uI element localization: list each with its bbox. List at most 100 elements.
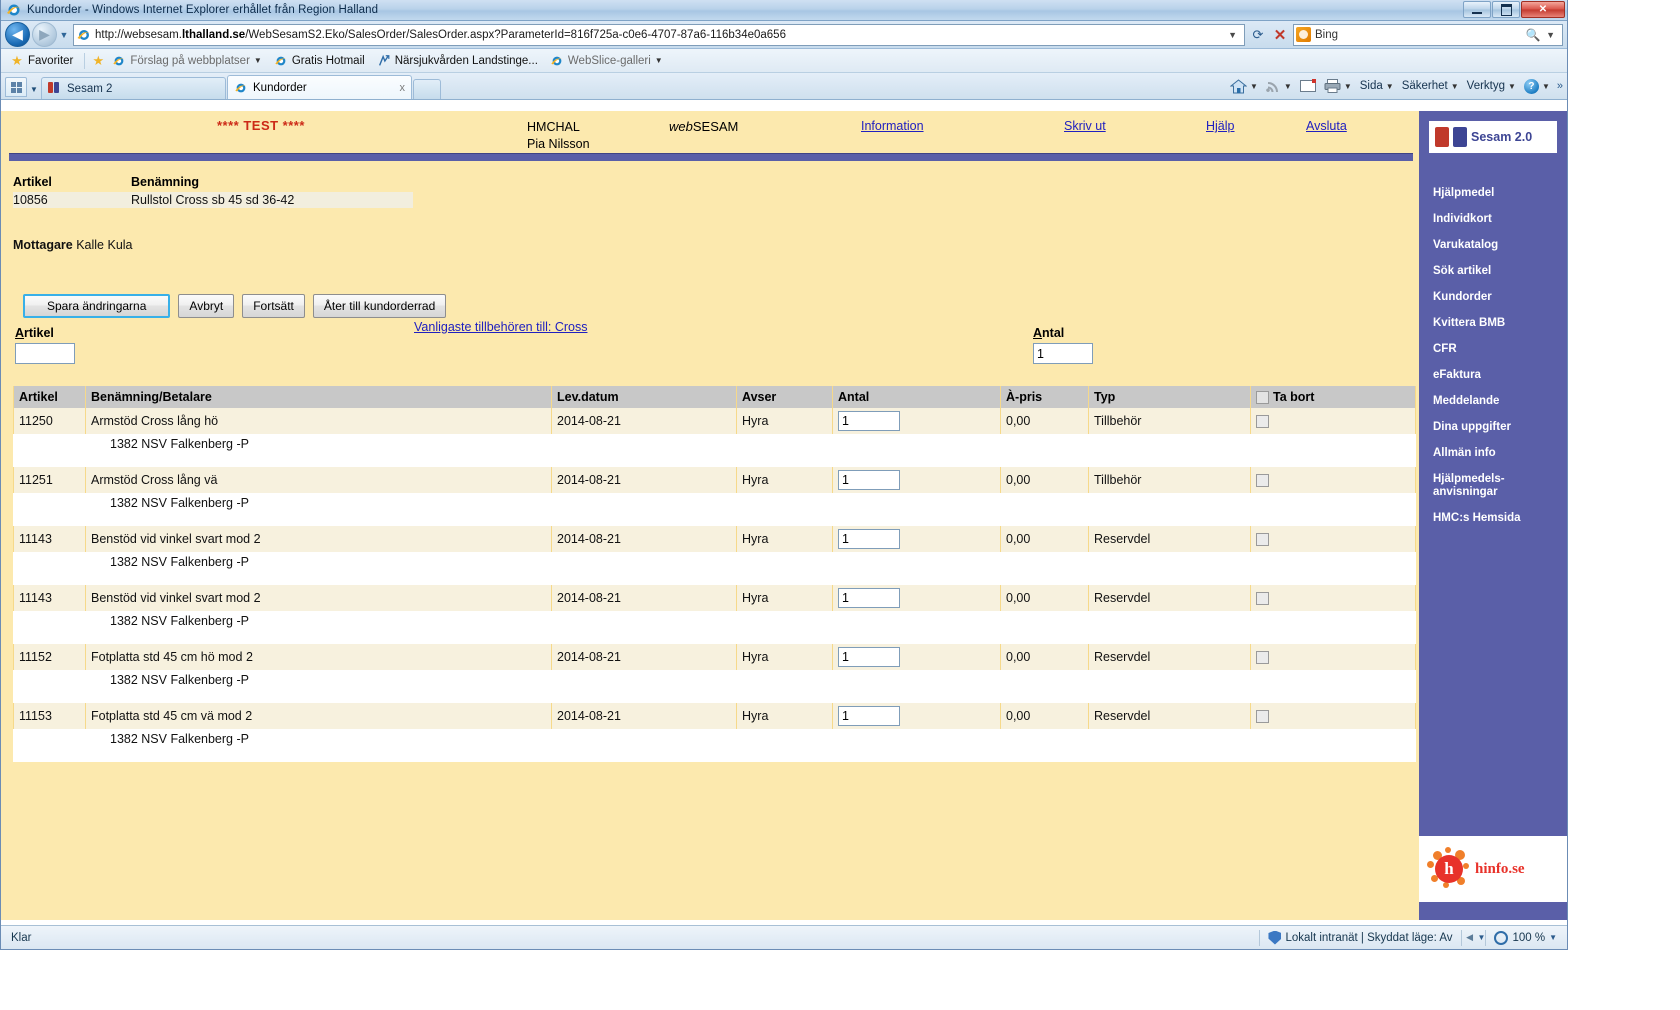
tab-sesam-2[interactable]: Sesam 2	[41, 77, 226, 99]
cell-apris: 0,00	[1000, 526, 1089, 552]
chevron-down-icon[interactable]: ▼	[1284, 82, 1292, 91]
tab-label: Kundorder	[253, 81, 307, 94]
row-antal-input[interactable]	[838, 470, 900, 490]
hinfo-text: hinfo.se	[1475, 860, 1525, 877]
chevron-down-icon[interactable]: ▼	[1549, 933, 1557, 942]
row-delete-checkbox[interactable]	[1256, 651, 1269, 665]
row-delete-checkbox[interactable]	[1256, 710, 1269, 724]
cell-levdatum: 2014-08-21	[551, 526, 737, 552]
tools-menu[interactable]: Verktyg ▼	[1464, 78, 1519, 94]
sidebar-item-meddelande[interactable]: Meddelande	[1433, 395, 1567, 408]
favorites-item-suggested-sites[interactable]: Förslag på webbplatser ▼	[107, 53, 266, 69]
link-information[interactable]: Information	[861, 119, 924, 133]
read-mail-button[interactable]	[1297, 78, 1319, 94]
security-zone[interactable]: Lokalt intranät | Skyddat läge: Av	[1260, 930, 1460, 945]
chevron-down-icon[interactable]: ▼	[1386, 82, 1394, 91]
sidebar-item-efaktura[interactable]: eFaktura	[1433, 369, 1567, 382]
back-button[interactable]: ◀	[5, 22, 30, 47]
add-to-favorites-icon[interactable]: ★	[91, 53, 105, 68]
chevron-down-icon[interactable]: ▼	[1250, 82, 1258, 91]
forward-button[interactable]: ▶	[32, 22, 57, 47]
save-button[interactable]: Spara ändringarna	[23, 294, 171, 318]
scroll-left-icon[interactable]: ◀	[1462, 930, 1478, 946]
link-hjalp[interactable]: Hjälp	[1206, 119, 1235, 133]
row-delete-checkbox[interactable]	[1256, 415, 1269, 429]
quick-tabs-button[interactable]	[5, 77, 27, 97]
sidebar-item-dina-uppgifter[interactable]: Dina uppgifter	[1433, 421, 1567, 434]
cancel-button[interactable]: Avbryt	[178, 294, 235, 318]
close-button[interactable]: ✕	[1521, 1, 1565, 18]
sidebar-item-kvittera-bmb[interactable]: Kvittera BMB	[1433, 317, 1567, 330]
favorites-item-narsjukvarden[interactable]: Närsjukvården Landstinge...	[372, 53, 543, 69]
home-button[interactable]: ▼	[1227, 77, 1261, 96]
mail-icon	[1299, 79, 1316, 92]
chevron-down-icon[interactable]: ▼	[1451, 82, 1459, 91]
entry-antal-input[interactable]	[1033, 343, 1093, 364]
feeds-button[interactable]: ▼	[1263, 77, 1295, 96]
row-antal-input[interactable]	[838, 647, 900, 667]
row-antal-input[interactable]	[838, 411, 900, 431]
stop-icon[interactable]: ✕	[1269, 24, 1291, 46]
url-bar[interactable]: http://websesam.lthalland.se/WebSesamS2.…	[73, 23, 1245, 46]
continue-button[interactable]: Fortsätt	[242, 294, 305, 318]
search-box[interactable]: Bing 🔍 ▼	[1293, 23, 1563, 46]
sidebar-item-label: anvisningar	[1433, 486, 1498, 498]
cell-avser: Hyra	[736, 585, 833, 611]
row-antal-input[interactable]	[838, 706, 900, 726]
security-menu-label: Säkerhet	[1401, 80, 1448, 92]
sidebar-item-hmc-s-hemsida[interactable]: HMC:s Hemsida	[1433, 512, 1567, 525]
favorites-item-hotmail[interactable]: Gratis Hotmail	[269, 53, 370, 69]
cell-antal	[832, 585, 1001, 611]
search-input[interactable]: Bing	[1315, 29, 1525, 41]
sidebar-item-sök-artikel[interactable]: Sök artikel	[1433, 265, 1567, 278]
row-antal-input[interactable]	[838, 588, 900, 608]
row-delete-checkbox[interactable]	[1256, 474, 1269, 488]
chevron-down-icon[interactable]: ▼	[1344, 82, 1352, 91]
logo-text: Sesam 2.0	[1471, 130, 1533, 144]
back-to-order-row-button[interactable]: Åter till kundorderrad	[312, 294, 447, 318]
cell-benamning: Armstöd Cross lång vä	[85, 467, 552, 493]
help-menu[interactable]: ? ▼	[1521, 77, 1553, 96]
page-menu[interactable]: Sida ▼	[1357, 78, 1397, 94]
overflow-icon[interactable]: »	[1555, 80, 1563, 92]
zoom-control[interactable]: 100 % ▼	[1486, 930, 1565, 945]
url-dropdown-caret-icon[interactable]: ▼	[1223, 30, 1242, 40]
sidebar-item-individkort[interactable]: Individkort	[1433, 213, 1567, 226]
chevron-down-icon[interactable]: ▼	[254, 56, 262, 65]
sidebar-item-hjälpmedels-anvisningar[interactable]: Hjälpmedels-anvisningar	[1433, 473, 1567, 499]
tab-kundorder[interactable]: Kundorder x	[227, 75, 412, 99]
sidebar-item-kundorder[interactable]: Kundorder	[1433, 291, 1567, 304]
select-all-checkbox[interactable]	[1256, 391, 1269, 405]
link-avsluta[interactable]: Avsluta	[1306, 119, 1347, 133]
sidebar-item-hjälpmedel[interactable]: Hjälpmedel	[1433, 187, 1567, 200]
new-tab-button[interactable]	[413, 79, 441, 99]
sidebar-item-varukatalog[interactable]: Varukatalog	[1433, 239, 1567, 252]
row-antal-input[interactable]	[838, 529, 900, 549]
sidebar-item-cfr[interactable]: CFR	[1433, 343, 1567, 356]
recent-pages-caret-icon[interactable]: ▼	[57, 30, 71, 40]
row-delete-checkbox[interactable]	[1256, 592, 1269, 606]
chevron-down-icon[interactable]: ▼	[1478, 933, 1486, 942]
entry-artikel-input[interactable]	[15, 343, 75, 364]
sidebar-item-allmän-info[interactable]: Allmän info	[1433, 447, 1567, 460]
minimize-button[interactable]	[1463, 1, 1491, 18]
print-button[interactable]: ▼	[1321, 77, 1355, 95]
close-tab-icon[interactable]: x	[400, 82, 406, 94]
maximize-button[interactable]	[1492, 1, 1520, 18]
row-delete-checkbox[interactable]	[1256, 533, 1269, 547]
link-skriv-ut[interactable]: Skriv ut	[1064, 119, 1106, 133]
chevron-down-icon[interactable]: ▼	[1508, 82, 1516, 91]
refresh-icon[interactable]: ⟳	[1247, 24, 1269, 46]
chevron-down-icon[interactable]: ▼	[1542, 82, 1550, 91]
search-icon[interactable]: 🔍	[1525, 28, 1541, 42]
search-provider-caret-icon[interactable]: ▼	[1541, 30, 1560, 40]
cell-ta-bort	[1250, 408, 1416, 434]
chevron-down-icon[interactable]: ▼	[655, 56, 663, 65]
product-name: webSESAM	[669, 119, 739, 134]
sidebar-item-label: Kundorder	[1433, 291, 1492, 303]
table-row: 11251 Armstöd Cross lång vä 2014-08-21 Hyra…	[13, 467, 1416, 493]
tab-list-caret-icon[interactable]: ▼	[27, 85, 41, 94]
favorites-button[interactable]: ★ Favoriter	[5, 53, 78, 69]
favorites-item-webslice[interactable]: WebSlice-galleri ▼	[545, 53, 668, 69]
security-menu[interactable]: Säkerhet ▼	[1399, 78, 1462, 94]
